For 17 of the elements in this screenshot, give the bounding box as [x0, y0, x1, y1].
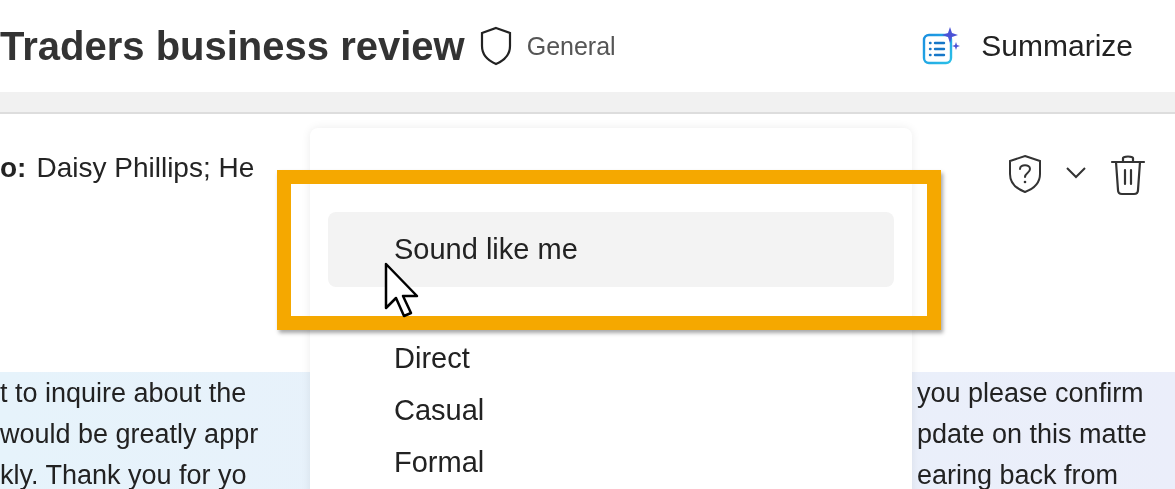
- recipients-field[interactable]: Daisy Phillips; He: [36, 152, 255, 184]
- message-text: kly. Thank you for yo: [0, 459, 248, 489]
- message-text: you please confirm: [917, 377, 1144, 410]
- message-text: would be greatly appr: [0, 418, 259, 451]
- message-title: Traders business review: [0, 23, 465, 69]
- sensitivity-label: General: [526, 31, 616, 61]
- message-text: t to inquire about the: [0, 377, 248, 410]
- menu-item[interactable]: Direct: [328, 334, 894, 382]
- list-sparkle-icon: [921, 26, 962, 66]
- menu-item[interactable]: Formal: [328, 438, 894, 486]
- message-text: pdate on this matte: [917, 418, 1147, 451]
- shield-icon: [478, 26, 513, 66]
- message-text: earing back from: [917, 459, 1119, 489]
- to-label: o:: [0, 152, 27, 184]
- menu-item[interactable]: Sound like me: [328, 212, 894, 287]
- menu-item[interactable]: Casual: [328, 386, 894, 434]
- summarize-button[interactable]: Summarize: [917, 22, 1137, 70]
